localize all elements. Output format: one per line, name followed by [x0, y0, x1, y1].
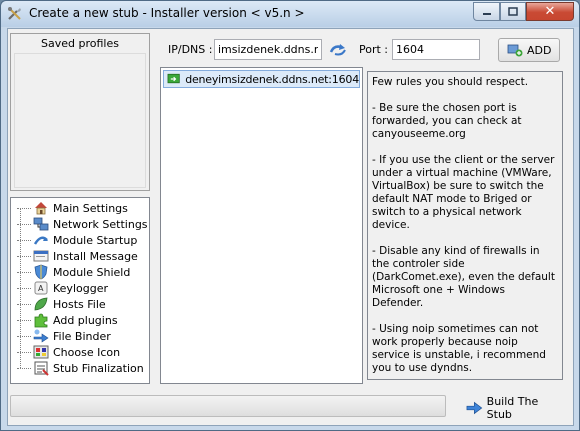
add-button[interactable]: ADD	[498, 38, 560, 62]
nav-item-choose-icon[interactable]: Choose Icon	[17, 344, 120, 360]
add-network-icon	[507, 44, 523, 57]
nav-label: Network Settings	[53, 217, 148, 231]
close-button[interactable]: ✕	[526, 2, 574, 21]
title-bar[interactable]: Create a new stub - Installer version < …	[1, 1, 579, 27]
port-label: Port :	[359, 43, 389, 56]
nav-label: File Binder	[53, 329, 111, 343]
saved-profiles-header: Saved profiles	[41, 37, 119, 50]
nav-label: Module Startup	[53, 233, 138, 247]
nav-item-add-plugins[interactable]: Add plugins	[17, 312, 118, 328]
nav-item-install-message[interactable]: Install Message	[17, 248, 138, 264]
nav-item-stub-finalization[interactable]: Stub Finalization	[17, 360, 144, 376]
settings-tree: Main Settings Network Settings Module St…	[10, 197, 150, 384]
nav-label: Main Settings	[53, 201, 128, 215]
message-icon	[33, 250, 49, 262]
shield-icon	[34, 264, 48, 280]
maximize-button[interactable]	[500, 2, 526, 21]
svg-text:A: A	[38, 284, 44, 293]
window-title: Create a new stub - Installer version < …	[29, 6, 305, 20]
house-icon	[35, 202, 47, 215]
nav-label: Keylogger	[53, 281, 108, 295]
ip-dns-input[interactable]	[214, 39, 322, 60]
nav-label: Add plugins	[53, 313, 118, 327]
nav-item-keylogger[interactable]: A Keylogger	[17, 280, 108, 296]
dns-entry-label: deneyimsizdenek.ddns.net:1604	[185, 72, 359, 86]
nav-item-module-shield[interactable]: Module Shield	[17, 264, 130, 280]
startup-icon	[33, 236, 48, 245]
network-icon	[167, 73, 180, 84]
palette-icon	[33, 345, 49, 359]
nav-item-network-settings[interactable]: Network Settings	[17, 216, 148, 232]
refresh-icon[interactable]	[329, 42, 347, 58]
nav-label: Hosts File	[53, 297, 106, 311]
ip-dns-label: IP/DNS :	[168, 43, 213, 56]
build-label: Build The Stub	[486, 395, 539, 421]
list-item[interactable]: deneyimsizdenek.ddns.net:1604	[163, 70, 360, 88]
network-icon	[33, 217, 49, 231]
build-stub-button[interactable]: Build The Stub	[461, 395, 561, 421]
saved-profiles-panel: Saved profiles	[10, 33, 150, 191]
port-input[interactable]	[392, 39, 480, 60]
finalization-icon	[34, 361, 49, 376]
nav-label: Choose Icon	[53, 345, 121, 359]
puzzle-icon	[34, 313, 48, 328]
nav-label: Install Message	[53, 249, 138, 263]
close-icon: ✕	[544, 4, 556, 19]
progress-bar	[10, 395, 446, 417]
leaf-icon	[34, 297, 48, 311]
binder-icon	[33, 329, 49, 343]
nav-item-module-startup[interactable]: Module Startup	[17, 232, 137, 248]
nav-label: Stub Finalization	[53, 361, 144, 375]
nav-label: Module Shield	[53, 265, 131, 279]
add-label: ADD	[527, 43, 552, 57]
minimize-icon	[482, 12, 491, 15]
keylogger-icon: A	[34, 281, 48, 295]
stub-window: Create a new stub - Installer version < …	[0, 0, 580, 431]
rules-text: Few rules you should respect. - Be sure …	[367, 71, 563, 380]
client-area: Saved profiles Main Settings Network Set…	[7, 28, 574, 426]
dns-list[interactable]: deneyimsizdenek.ddns.net:1604	[160, 67, 363, 384]
saved-profiles-list[interactable]	[14, 53, 146, 188]
nav-item-main-settings[interactable]: Main Settings	[17, 200, 128, 216]
nav-item-file-binder[interactable]: File Binder	[17, 328, 111, 344]
minimize-button[interactable]	[473, 2, 500, 21]
tools-icon	[8, 7, 21, 20]
nav-item-hosts-file[interactable]: Hosts File	[17, 296, 106, 312]
maximize-icon	[508, 6, 518, 16]
arrow-right-icon	[466, 401, 483, 415]
